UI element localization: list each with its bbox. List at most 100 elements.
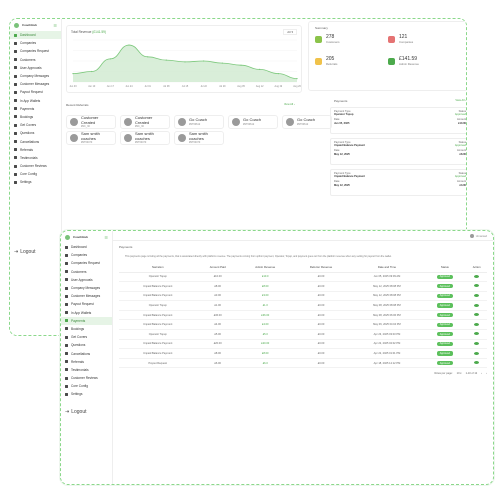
- sidebar-item-dashboard[interactable]: Dashboard: [61, 243, 112, 251]
- sidebar-item-cancellations[interactable]: Cancellations: [10, 137, 61, 145]
- sidebar-item-customers[interactable]: Customers: [10, 56, 61, 64]
- sidebar-item-customer-messages[interactable]: Customer Messages: [61, 292, 112, 300]
- sidebar-item-settings[interactable]: Settings: [10, 178, 61, 186]
- logout-button[interactable]: ⇥ Logout: [65, 409, 87, 415]
- referrals-view-all-link[interactable]: View All ›: [284, 103, 295, 106]
- referral-item[interactable]: Sam smith coaches #NT60470: [120, 131, 170, 145]
- sidebar-item-questions[interactable]: Questions: [61, 341, 112, 349]
- sidebar-item-bookings[interactable]: Bookings: [10, 113, 61, 121]
- referral-name: Customer Created: [81, 115, 99, 125]
- sidebar-item-customer-messages[interactable]: Customer Messages: [10, 80, 61, 88]
- cell-referrer: £0.00: [291, 272, 351, 283]
- sidebar-item-dashboard[interactable]: Dashboard: [10, 31, 61, 40]
- sidebar-item-companies-request[interactable]: Companies Request: [10, 47, 61, 55]
- sidebar-item-label: Dashboard: [20, 33, 36, 38]
- cell-narration: Payout Request: [119, 358, 197, 369]
- sidebar-item-in-app-wallets[interactable]: In App Wallets: [10, 97, 61, 105]
- sidebar-item-user-approvals[interactable]: User Approvals: [10, 64, 61, 72]
- next-page-icon[interactable]: ›: [486, 372, 487, 375]
- sidebar-item-in-app-wallets[interactable]: In App Wallets: [61, 309, 112, 317]
- cell-amount: £8.00: [196, 348, 239, 359]
- payment-status: Approved: [454, 175, 466, 179]
- sidebar-item-payout-request[interactable]: Payout Request: [61, 300, 112, 308]
- view-eye-icon[interactable]: [474, 332, 480, 336]
- table-row[interactable]: Operator Topup £10.00 £10.0 £0.00 Jun 05, 20…: [119, 272, 487, 283]
- view-eye-icon[interactable]: [474, 303, 480, 307]
- table-row[interactable]: Unpaid Balance Payment £36.00 £36.00 £0.00 M…: [119, 310, 487, 321]
- table-row[interactable]: Unpaid Balance Payment £8.00 £8.00 £0.00 May…: [119, 281, 487, 292]
- referral-item[interactable]: Sam smith coaches #NT60470: [66, 131, 116, 145]
- payment-card[interactable]: Payment Type Status Unpaid Balance Payment…: [330, 138, 466, 165]
- referral-item[interactable]: Customer Created #NC_30: [66, 115, 116, 129]
- payments-view-all-link[interactable]: View All ›: [455, 99, 466, 102]
- sidebar-item-label: Questions: [71, 343, 86, 348]
- payment-card[interactable]: Payment Type Status Operator Topup Approved…: [330, 107, 466, 134]
- rows-per-page-select[interactable]: 10 ▾: [457, 372, 462, 375]
- sidebar-item-payments[interactable]: Payments: [61, 316, 112, 325]
- payments-main: Payments This payments page is listing a…: [113, 241, 493, 484]
- cell-narration: Operator Topup: [119, 300, 197, 311]
- sidebar-item-testimonials[interactable]: Testimonials: [61, 366, 112, 374]
- sidebar-item-referrals[interactable]: Referrals: [61, 358, 112, 366]
- view-eye-icon[interactable]: [474, 361, 480, 365]
- sidebar-item-cancellations[interactable]: Cancellations: [61, 349, 112, 357]
- table-body: Operator Topup £10.00 £10.0 £0.00 Jun 05, 20…: [119, 272, 487, 369]
- sidebar-item-company-messages[interactable]: Company Messages: [10, 72, 61, 80]
- referral-item[interactable]: Customer Created #NC_30: [120, 115, 170, 129]
- cell-amount: £1.00: [196, 300, 239, 311]
- table-row[interactable]: Operator Topup £1.00 £1.0 £0.00 May 08, 2025…: [119, 300, 487, 311]
- sidebar-item-user-approvals[interactable]: User Approvals: [61, 276, 112, 284]
- referral-item[interactable]: Go Coach #NT60612: [282, 115, 332, 129]
- referral-item[interactable]: Go Coach #NT60612: [174, 115, 224, 129]
- menu-toggle-icon[interactable]: ☰: [53, 23, 57, 28]
- sidebar-item-label: Payout Request: [20, 90, 43, 95]
- table-row[interactable]: Unpaid Balance Payment £4.00 £4.00 £0.00 May…: [119, 319, 487, 331]
- sidebar-item-bookings[interactable]: Bookings: [61, 325, 112, 333]
- view-eye-icon[interactable]: [474, 341, 480, 345]
- sidebar-item-questions[interactable]: Questions: [10, 129, 61, 137]
- sidebar-item-settings[interactable]: Settings: [61, 390, 112, 398]
- payment-date: May 12, 2025: [334, 183, 350, 187]
- sidebar-item-company-messages[interactable]: Company Messages: [61, 284, 112, 292]
- user-menu[interactable]: Unnamed: [469, 234, 487, 238]
- view-eye-icon[interactable]: [474, 284, 480, 288]
- settings-icon: [14, 180, 17, 184]
- payment-card[interactable]: Payment Type Status Unpaid Balance Payment…: [330, 169, 466, 196]
- payment-date: May 12, 2025: [334, 152, 350, 156]
- x-tick-label: Jun 17: [107, 85, 115, 88]
- sidebar-item-customers[interactable]: Customers: [61, 268, 112, 276]
- sidebar-item-core-config[interactable]: Core Config: [10, 170, 61, 178]
- referral-item[interactable]: Sam smith coaches #NT60470: [174, 131, 224, 145]
- sidebar-item-companies-request[interactable]: Companies Request: [61, 259, 112, 267]
- logout-button[interactable]: ⇥ Logout: [14, 249, 36, 255]
- sidebar-item-core-config[interactable]: Core Config: [61, 382, 112, 390]
- table-row[interactable]: Unpaid Balance Payment £3.00 £3.00 £0.00 May…: [119, 291, 487, 302]
- sidebar-item-payments[interactable]: Payments: [10, 105, 61, 113]
- sidebar-item-get-covers[interactable]: Get Covers: [61, 333, 112, 341]
- view-eye-icon[interactable]: [474, 322, 480, 326]
- table-row[interactable]: Payout Request £6.00 £6.0 £0.00 Apr 18, 2025…: [119, 358, 487, 369]
- sidebar-item-label: Get Covers: [71, 335, 88, 340]
- menu-toggle-icon[interactable]: ☰: [104, 235, 108, 240]
- sidebar-item-customer-reviews[interactable]: Customer Reviews: [10, 162, 61, 170]
- payment-type: Unpaid Balance Payment: [334, 175, 365, 179]
- sidebar-item-get-covers[interactable]: Get Covers: [10, 121, 61, 129]
- table-row[interactable]: Unpaid Balance Payment £8.00 £8.00 £0.00 Apr…: [119, 348, 487, 359]
- sidebar-item-companies[interactable]: Companies: [10, 39, 61, 47]
- x-tick-label: Aug 05: [237, 85, 245, 88]
- view-eye-icon[interactable]: [474, 351, 480, 355]
- summary-text: 121 Companies: [399, 34, 413, 44]
- prev-page-icon[interactable]: ‹: [481, 372, 482, 375]
- view-eye-icon[interactable]: [474, 313, 480, 317]
- view-eye-icon[interactable]: [474, 293, 480, 297]
- table-row[interactable]: Operator Topup £5.00 £5.0 £0.00 Apr 23, 2025…: [119, 329, 487, 340]
- summary-title: Summary: [315, 26, 328, 30]
- sidebar-item-companies[interactable]: Companies: [61, 251, 112, 259]
- view-eye-icon[interactable]: [474, 274, 480, 278]
- referral-item[interactable]: Go Coach #NT60612: [228, 115, 278, 129]
- sidebar-item-referrals[interactable]: Referrals: [10, 146, 61, 154]
- table-row[interactable]: Unpaid Balance Payment £20.00 £20.00 £0.00 A…: [119, 339, 487, 350]
- sidebar-item-testimonials[interactable]: Testimonials: [10, 154, 61, 162]
- sidebar-item-customer-reviews[interactable]: Customer Reviews: [61, 374, 112, 382]
- sidebar-item-payout-request[interactable]: Payout Request: [10, 88, 61, 96]
